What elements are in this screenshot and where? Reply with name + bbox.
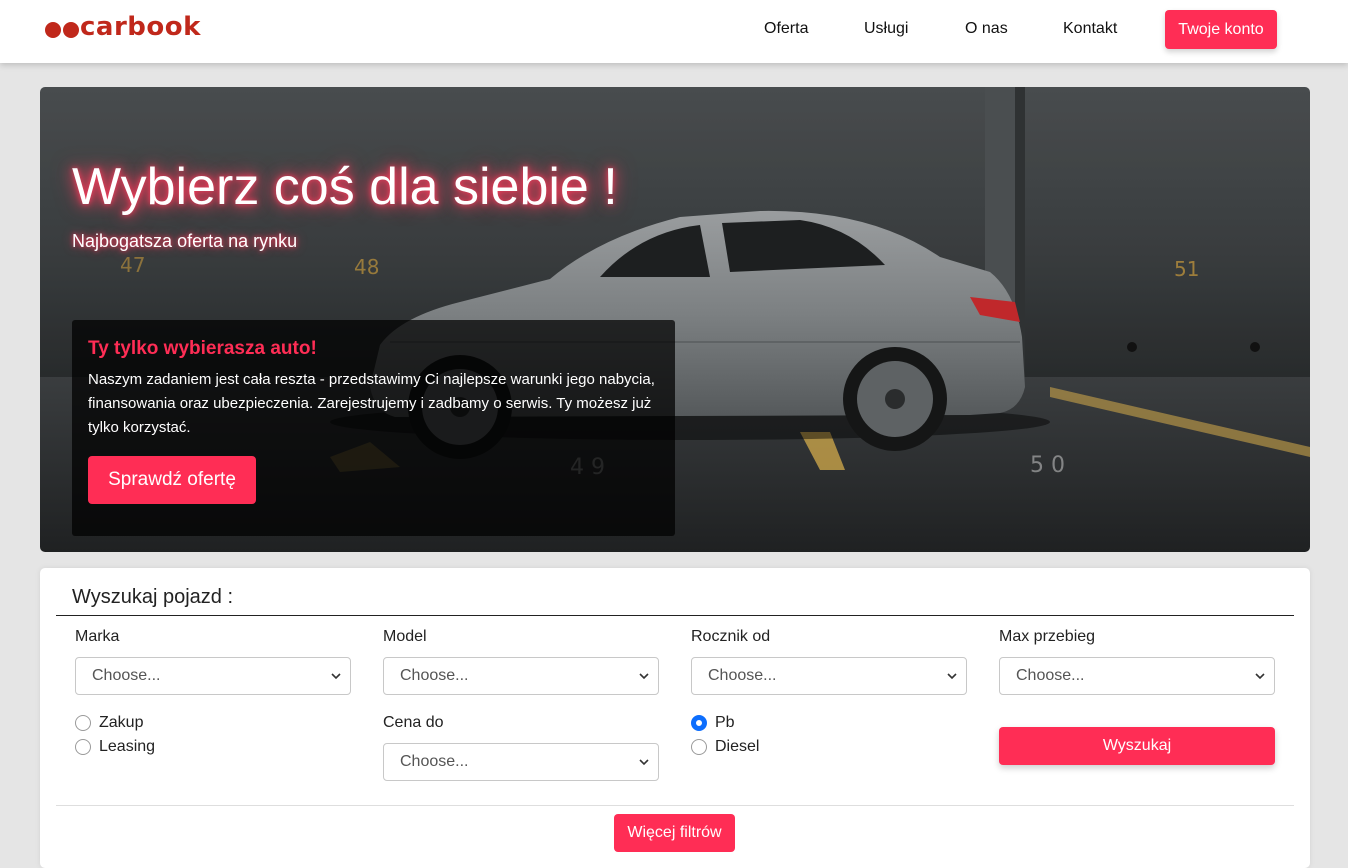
chevron-down-icon bbox=[1255, 673, 1265, 680]
marka-select[interactable]: Choose... bbox=[75, 657, 351, 695]
chevron-down-icon bbox=[639, 759, 649, 766]
przebieg-select[interactable]: Choose... bbox=[999, 657, 1275, 695]
hero-banner: 47 48 49 51 4 9 5 0 Wybierz coś dla sieb… bbox=[40, 87, 1310, 552]
radio-diesel-circle[interactable] bbox=[691, 739, 707, 755]
cena-select[interactable]: Choose... bbox=[383, 743, 659, 781]
radio-leasing[interactable]: Leasing bbox=[75, 738, 155, 756]
radio-zakup-circle[interactable] bbox=[75, 715, 91, 731]
marka-select-value: Choose... bbox=[92, 667, 161, 684]
radio-diesel-label: Diesel bbox=[715, 738, 760, 755]
navbar: carbook Oferta Usługi O nas Kontakt Twoj… bbox=[0, 0, 1348, 63]
chevron-down-icon bbox=[639, 673, 649, 680]
hero-title: Wybierz coś dla siebie ! bbox=[72, 158, 618, 216]
chevron-down-icon bbox=[947, 673, 957, 680]
search-title: Wyszukaj pojazd : bbox=[72, 586, 233, 608]
marka-label: Marka bbox=[75, 628, 120, 645]
model-select-value: Choose... bbox=[400, 667, 469, 684]
parking-number-48: 48 bbox=[354, 255, 379, 279]
nav-link-o-nas[interactable]: O nas bbox=[965, 20, 1008, 38]
rocznik-select[interactable]: Choose... bbox=[691, 657, 967, 695]
parking-number-47: 47 bbox=[120, 253, 145, 277]
przebieg-select-value: Choose... bbox=[1016, 667, 1085, 684]
radio-zakup-label: Zakup bbox=[99, 714, 144, 731]
logo-dots-icon bbox=[45, 21, 79, 38]
hero-subtitle: Najbogatsza oferta na rynku bbox=[72, 231, 298, 251]
cena-label: Cena do bbox=[383, 714, 444, 731]
nav-link-oferta[interactable]: Oferta bbox=[764, 20, 808, 38]
search-button[interactable]: Wyszukaj bbox=[999, 727, 1275, 765]
logo-text: carbook bbox=[80, 12, 201, 42]
radio-leasing-circle[interactable] bbox=[75, 739, 91, 755]
nav-link-uslugi[interactable]: Usługi bbox=[864, 20, 908, 38]
cena-select-value: Choose... bbox=[400, 753, 469, 770]
check-offer-button[interactable]: Sprawdź ofertę bbox=[88, 456, 256, 504]
radio-zakup[interactable]: Zakup bbox=[75, 714, 143, 732]
parking-number-51: 51 bbox=[1174, 257, 1199, 281]
przebieg-label: Max przebieg bbox=[999, 628, 1096, 645]
radio-pb-circle[interactable] bbox=[691, 715, 707, 731]
radio-diesel[interactable]: Diesel bbox=[691, 738, 759, 756]
chevron-down-icon bbox=[331, 673, 341, 680]
model-select[interactable]: Choose... bbox=[383, 657, 659, 695]
radio-leasing-label: Leasing bbox=[99, 738, 156, 755]
nav-link-kontakt[interactable]: Kontakt bbox=[1063, 20, 1117, 38]
rocznik-label: Rocznik od bbox=[691, 628, 771, 645]
title-divider bbox=[56, 615, 1294, 616]
vehicle-search-panel: Wyszukaj pojazd : Marka Choose... Model … bbox=[40, 568, 1310, 868]
account-button[interactable]: Twoje konto bbox=[1165, 10, 1277, 49]
info-heading: Ty tylko wybierasza auto! bbox=[88, 338, 317, 359]
radio-pb[interactable]: Pb bbox=[691, 714, 735, 732]
more-filters-button[interactable]: Więcej filtrów bbox=[614, 814, 735, 852]
model-label: Model bbox=[383, 628, 427, 645]
rocznik-select-value: Choose... bbox=[708, 667, 777, 684]
info-text: Naszym zadaniem jest cała reszta - przed… bbox=[88, 371, 655, 436]
floor-number-50: 5 0 bbox=[1030, 453, 1065, 478]
radio-pb-label: Pb bbox=[715, 714, 735, 731]
info-box: Ty tylko wybierasza auto! Naszym zadanie… bbox=[72, 320, 675, 536]
filters-divider bbox=[56, 805, 1294, 806]
logo[interactable]: carbook bbox=[45, 12, 201, 42]
